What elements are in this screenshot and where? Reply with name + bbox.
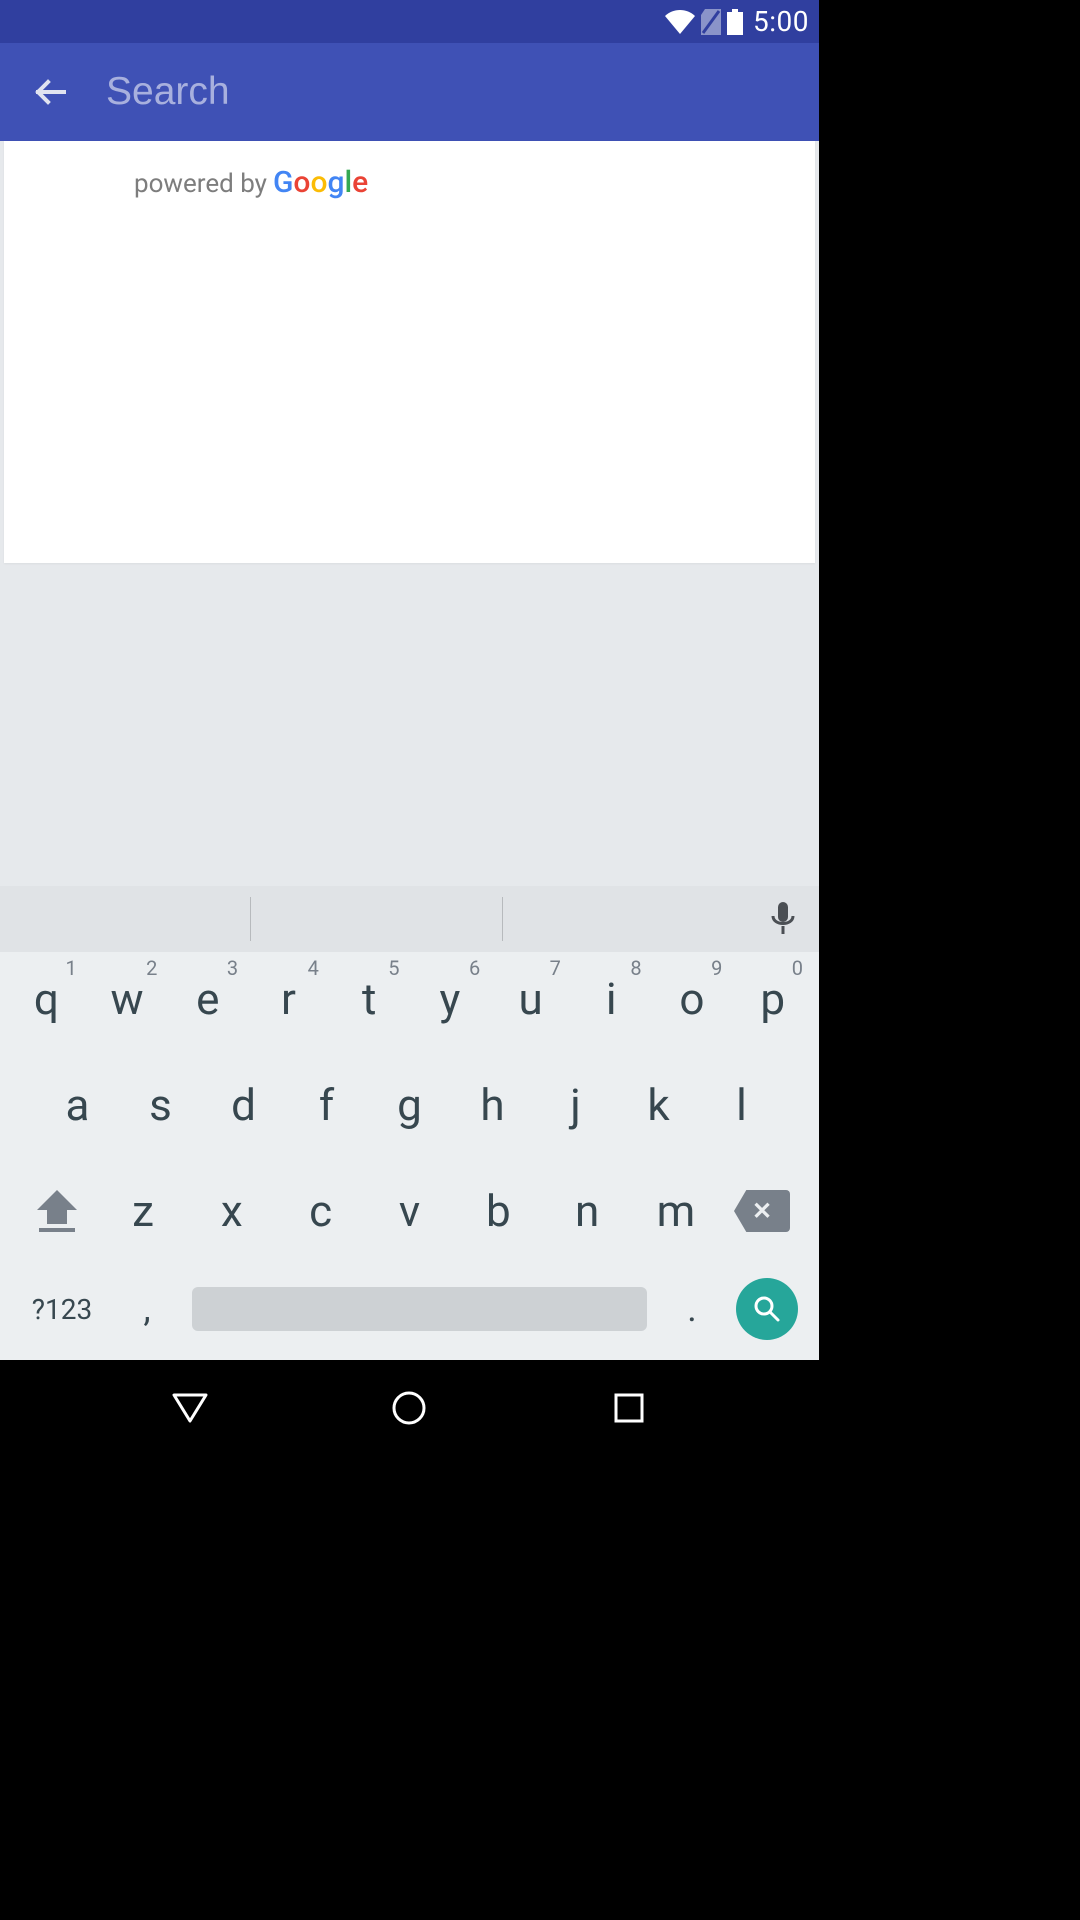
nav-home-button[interactable] bbox=[379, 1378, 439, 1438]
key-g[interactable]: g bbox=[368, 1064, 451, 1146]
key-hint: 5 bbox=[388, 956, 399, 980]
key-row-2: asdfghjkl bbox=[0, 1054, 819, 1160]
key-f[interactable]: f bbox=[285, 1064, 368, 1146]
triangle-down-icon bbox=[170, 1391, 210, 1425]
soft-keyboard: q1w2e3r4t5y6u7i8o9p0 asdfghjkl zxcvbnm ✕… bbox=[0, 886, 819, 1360]
key-v[interactable]: v bbox=[368, 1170, 450, 1252]
key-row-3: zxcvbnm ✕ bbox=[0, 1160, 819, 1266]
voice-input-button[interactable] bbox=[753, 889, 813, 949]
key-h[interactable]: h bbox=[451, 1064, 534, 1146]
powered-by-attribution: powered by Google bbox=[134, 165, 815, 200]
status-bar: 5:00 bbox=[0, 0, 819, 43]
results-card: powered by Google bbox=[4, 141, 815, 563]
wifi-icon bbox=[665, 10, 695, 34]
key-r[interactable]: r4 bbox=[248, 958, 329, 1040]
shift-icon bbox=[37, 1190, 77, 1224]
key-x[interactable]: x bbox=[191, 1170, 273, 1252]
key-z[interactable]: z bbox=[102, 1170, 184, 1252]
key-p[interactable]: p0 bbox=[732, 958, 813, 1040]
key-hint: 2 bbox=[146, 956, 157, 980]
nav-recents-button[interactable] bbox=[599, 1378, 659, 1438]
key-k[interactable]: k bbox=[617, 1064, 700, 1146]
key-hint: 4 bbox=[308, 956, 319, 980]
shift-underline bbox=[39, 1228, 75, 1232]
key-hint: 0 bbox=[792, 956, 803, 980]
key-hint: 3 bbox=[227, 956, 238, 980]
key-t[interactable]: t5 bbox=[329, 958, 410, 1040]
key-e[interactable]: e3 bbox=[167, 958, 248, 1040]
key-hint: 1 bbox=[65, 956, 76, 980]
key-b[interactable]: b bbox=[457, 1170, 539, 1252]
key-o[interactable]: o9 bbox=[652, 958, 733, 1040]
app-bar bbox=[0, 43, 819, 141]
key-a[interactable]: a bbox=[36, 1064, 119, 1146]
key-j[interactable]: j bbox=[534, 1064, 617, 1146]
content-area: powered by Google bbox=[0, 141, 819, 563]
key-row-4: ?123 , . bbox=[0, 1266, 819, 1360]
key-hint: 6 bbox=[469, 956, 480, 980]
battery-icon bbox=[727, 9, 743, 35]
spacebar-key[interactable] bbox=[192, 1287, 647, 1331]
key-y[interactable]: y6 bbox=[410, 958, 491, 1040]
circle-icon bbox=[391, 1390, 427, 1426]
screen: 5:00 powered by Google bbox=[0, 0, 819, 1456]
navigation-bar bbox=[0, 1360, 819, 1456]
period-key[interactable]: . bbox=[657, 1276, 727, 1342]
key-hint: 9 bbox=[711, 956, 722, 980]
square-icon bbox=[613, 1392, 645, 1424]
key-c[interactable]: c bbox=[280, 1170, 362, 1252]
key-row-1: q1w2e3r4t5y6u7i8o9p0 bbox=[0, 952, 819, 1054]
nav-back-button[interactable] bbox=[160, 1378, 220, 1438]
key-i[interactable]: i8 bbox=[571, 958, 652, 1040]
no-sim-icon bbox=[701, 9, 721, 35]
backspace-key[interactable]: ✕ bbox=[717, 1170, 807, 1252]
search-icon bbox=[752, 1294, 782, 1324]
key-q[interactable]: q1 bbox=[6, 958, 87, 1040]
key-hint: 8 bbox=[630, 956, 641, 980]
powered-by-label: powered by bbox=[134, 169, 267, 199]
status-clock: 5:00 bbox=[753, 5, 809, 38]
symbols-key[interactable]: ?123 bbox=[12, 1276, 112, 1342]
search-input[interactable] bbox=[106, 70, 606, 114]
divider bbox=[502, 897, 503, 941]
arrow-back-icon bbox=[30, 72, 70, 112]
microphone-icon bbox=[770, 902, 796, 936]
backspace-icon: ✕ bbox=[734, 1190, 790, 1232]
key-l[interactable]: l bbox=[700, 1064, 783, 1146]
key-s[interactable]: s bbox=[119, 1064, 202, 1146]
key-w[interactable]: w2 bbox=[87, 958, 168, 1040]
key-u[interactable]: u7 bbox=[490, 958, 571, 1040]
comma-key[interactable]: , bbox=[112, 1276, 182, 1342]
back-button[interactable] bbox=[30, 72, 70, 112]
suggestion-bar bbox=[0, 886, 819, 952]
google-logo: Google bbox=[273, 165, 368, 200]
key-n[interactable]: n bbox=[546, 1170, 628, 1252]
divider bbox=[250, 897, 251, 941]
key-d[interactable]: d bbox=[202, 1064, 285, 1146]
search-action-key[interactable] bbox=[727, 1278, 807, 1340]
shift-key[interactable] bbox=[12, 1170, 102, 1252]
key-hint: 7 bbox=[550, 956, 561, 980]
key-m[interactable]: m bbox=[635, 1170, 717, 1252]
